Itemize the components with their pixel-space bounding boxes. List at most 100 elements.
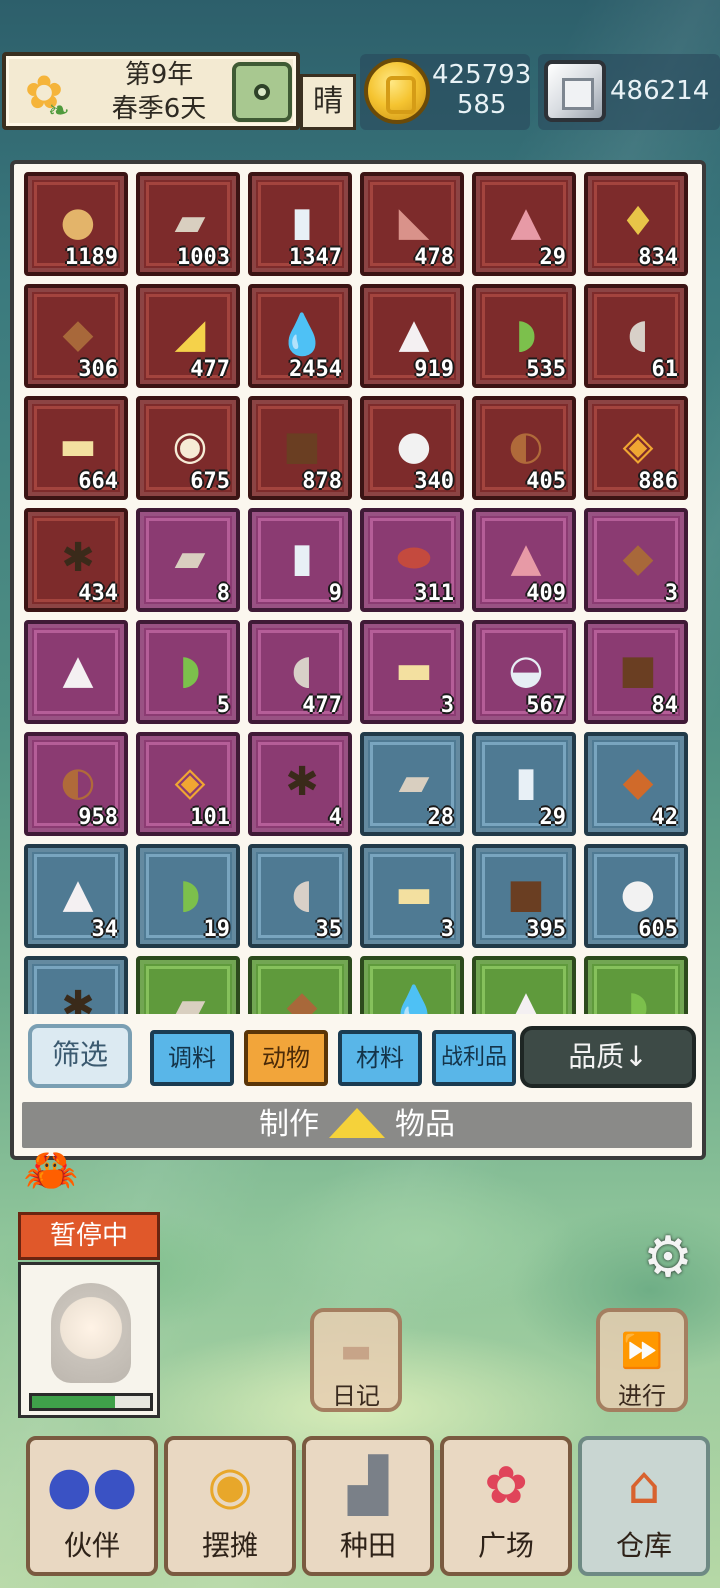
character-portrait[interactable]: [18, 1262, 160, 1418]
inventory-slot[interactable]: ▮ 9: [248, 508, 352, 612]
item-count: 3: [440, 693, 454, 718]
mushroom-icon: ●: [620, 871, 656, 917]
butter-icon: ▬: [395, 871, 433, 917]
inventory-scroll-area[interactable]: ● 1189 ▰ 1003 ▮ 1347 ◣ 478 ▲ 29 ♦ 834 ◆ 306 ◢ 477 💧 2454 ▲…: [24, 172, 694, 1014]
inventory-slot[interactable]: ▲ 34: [24, 844, 128, 948]
filter-button[interactable]: 筛选: [28, 1024, 132, 1088]
inventory-slot[interactable]: ■ 84: [584, 620, 688, 724]
tab-seasoning[interactable]: 调料: [150, 1030, 234, 1086]
inventory-slot[interactable]: ◆ 3: [584, 508, 688, 612]
item-count: 84: [651, 693, 679, 718]
tab-loot[interactable]: 战利品: [432, 1030, 516, 1086]
tab-material[interactable]: 材料: [338, 1030, 422, 1086]
inventory-slot[interactable]: 💧: [360, 956, 464, 1014]
craft-items-bar[interactable]: 制作 物品: [22, 1102, 692, 1148]
inventory-slot[interactable]: ◖ 477: [248, 620, 352, 724]
salt-icon: ▲: [62, 647, 94, 693]
inventory-slot[interactable]: ▲: [472, 956, 576, 1014]
inventory-slot[interactable]: ✱ 434: [24, 508, 128, 612]
item-count: 3: [664, 581, 678, 606]
flour-icon: ▰: [398, 759, 430, 805]
inventory-slot[interactable]: ▲ 29: [472, 172, 576, 276]
steak-icon: ⬬: [396, 535, 432, 581]
inventory-slot[interactable]: ◈ 101: [136, 732, 240, 836]
inventory-slot[interactable]: 💧 2454: [248, 284, 352, 388]
inventory-slot[interactable]: ▲: [24, 620, 128, 724]
inventory-slot[interactable]: ◖ 61: [584, 284, 688, 388]
inventory-slot[interactable]: ◐ 405: [472, 396, 576, 500]
inventory-slot[interactable]: ◗ 535: [472, 284, 576, 388]
item-count: 477: [302, 693, 342, 718]
coin-value: 425793 585: [432, 60, 531, 120]
stamina-bar: [29, 1393, 153, 1411]
inventory-slot[interactable]: ◒ 567: [472, 620, 576, 724]
inventory-slot[interactable]: ▰ 8: [136, 508, 240, 612]
sunflower-icon: ✿ ❧: [24, 65, 70, 126]
inventory-slot[interactable]: ▬ 3: [360, 620, 464, 724]
egg-icon: ●: [60, 199, 96, 245]
sugar-icon: ▲: [510, 535, 542, 581]
inventory-slot[interactable]: ● 605: [584, 844, 688, 948]
inventory-slot[interactable]: ▲ 409: [472, 508, 576, 612]
inventory-slot[interactable]: ▲ 919: [360, 284, 464, 388]
watering-can-icon: ▟: [348, 1456, 388, 1516]
spice-icon: ✱: [61, 983, 95, 1014]
inventory-slot[interactable]: ⬬ 311: [360, 508, 464, 612]
nav-warehouse-label: 仓库: [615, 1529, 672, 1562]
inventory-slot[interactable]: ◆ 306: [24, 284, 128, 388]
leather-icon: ■: [507, 871, 545, 917]
inventory-slot[interactable]: ✱ 4: [248, 732, 352, 836]
inventory-slot[interactable]: ◗: [584, 956, 688, 1014]
nav-plaza[interactable]: ✿ 广场: [440, 1436, 572, 1576]
item-count: 567: [526, 693, 566, 718]
inventory-slot[interactable]: ◢ 477: [136, 284, 240, 388]
item-count: 29: [539, 805, 567, 830]
inventory-slot[interactable]: ◖ 35: [248, 844, 352, 948]
item-count: 477: [190, 357, 230, 382]
milk-icon: ▮: [290, 199, 313, 245]
diary-button[interactable]: ▬ 日记: [310, 1308, 402, 1412]
inventory-slot[interactable]: ♦ 834: [584, 172, 688, 276]
inventory-slot[interactable]: ▰ 28: [360, 732, 464, 836]
map-badge-icon[interactable]: [232, 62, 292, 122]
item-count: 4: [328, 805, 342, 830]
cucumber-icon: ◗: [179, 871, 201, 917]
inventory-slot[interactable]: ◗ 5: [136, 620, 240, 724]
inventory-slot[interactable]: ◈ 886: [584, 396, 688, 500]
inventory-slot[interactable]: ◗ 19: [136, 844, 240, 948]
flour-icon: ▰: [174, 535, 206, 581]
inventory-slot[interactable]: ▬ 3: [360, 844, 464, 948]
inventory-slot[interactable]: ● 1189: [24, 172, 128, 276]
nav-warehouse[interactable]: ⌂ 仓库: [578, 1436, 710, 1576]
gear-icon[interactable]: ⚙: [638, 1228, 698, 1288]
inventory-slot[interactable]: ■ 878: [248, 396, 352, 500]
nav-companions[interactable]: ●● 伙伴: [26, 1436, 158, 1576]
inventory-grid: ● 1189 ▰ 1003 ▮ 1347 ◣ 478 ▲ 29 ♦ 834 ◆ 306 ◢ 477 💧 2454 ▲…: [24, 172, 694, 1014]
inventory-slot[interactable]: ◐ 958: [24, 732, 128, 836]
item-count: 1003: [177, 245, 230, 270]
nav-stall[interactable]: ◉ 摆摊: [164, 1436, 296, 1576]
sort-quality-button[interactable]: 品质↓: [520, 1026, 696, 1088]
inventory-slot[interactable]: ◉ 675: [136, 396, 240, 500]
item-count: 878: [302, 469, 342, 494]
item-count: 395: [526, 917, 566, 942]
inventory-slot[interactable]: ■ 395: [472, 844, 576, 948]
inventory-slot[interactable]: ◣ 478: [360, 172, 464, 276]
inventory-slot[interactable]: ✱: [24, 956, 128, 1014]
inventory-slot[interactable]: ▮ 29: [472, 732, 576, 836]
drumstick-icon: ◐: [60, 759, 96, 805]
proceed-button[interactable]: ⏩ 进行: [596, 1308, 688, 1412]
bone-icon: ◖: [627, 311, 649, 357]
nav-plaza-label: 广场: [477, 1529, 534, 1562]
inventory-slot[interactable]: ◆ 42: [584, 732, 688, 836]
inventory-slot[interactable]: ▰ 1003: [136, 172, 240, 276]
inventory-slot[interactable]: ▮ 1347: [248, 172, 352, 276]
inventory-slot[interactable]: ● 340: [360, 396, 464, 500]
tab-animal[interactable]: 动物: [244, 1030, 328, 1086]
inventory-slot[interactable]: ◆: [248, 956, 352, 1014]
inventory-slot[interactable]: ▬ 664: [24, 396, 128, 500]
inventory-slot[interactable]: ▰: [136, 956, 240, 1014]
flower-icon: ✿: [484, 1456, 528, 1516]
item-count: 1189: [65, 245, 118, 270]
nav-farming[interactable]: ▟ 种田: [302, 1436, 434, 1576]
